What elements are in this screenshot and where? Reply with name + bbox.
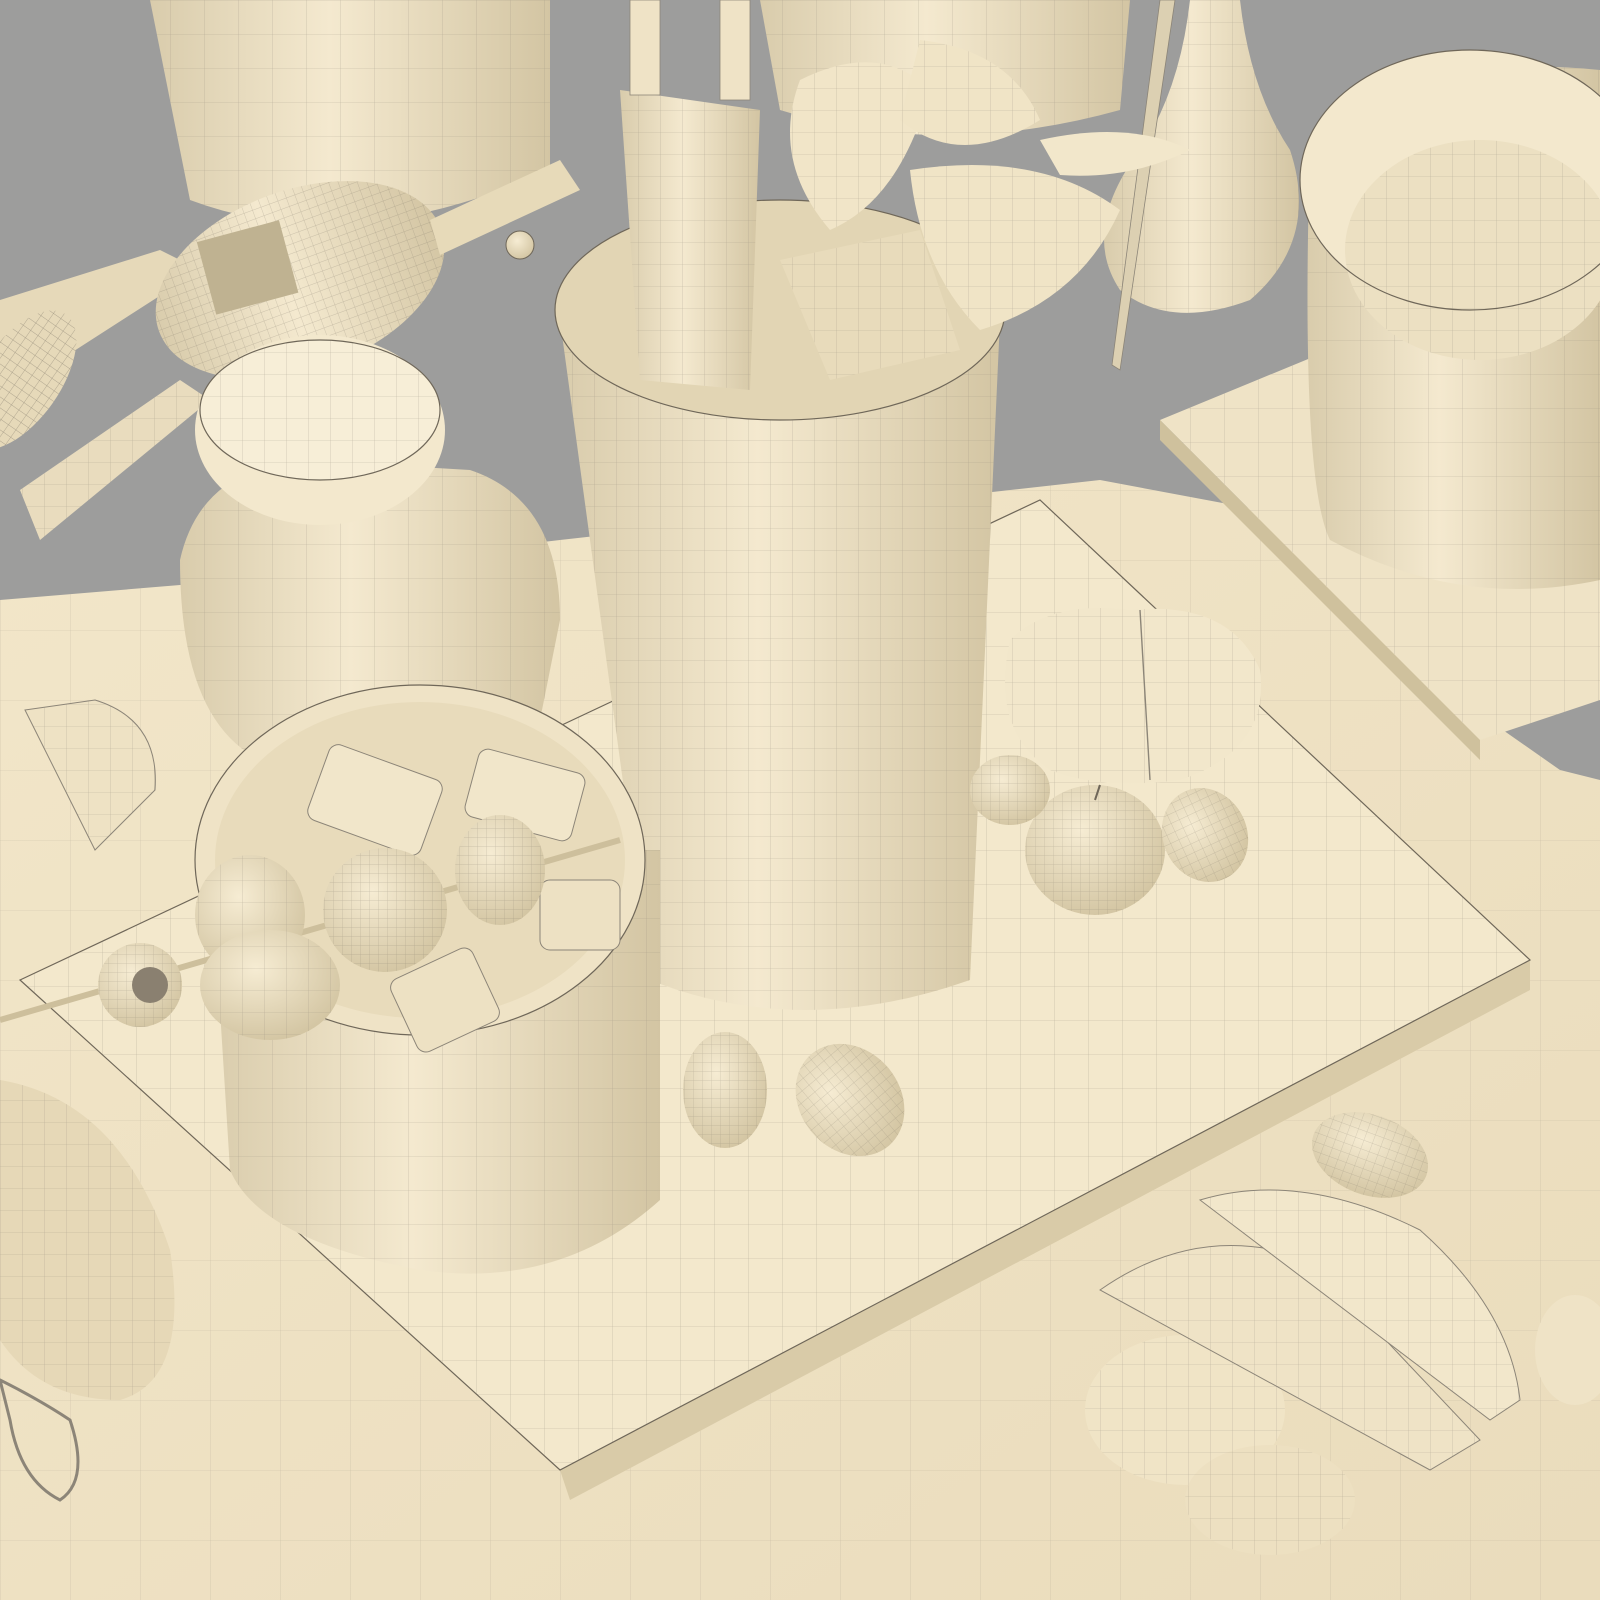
wireframe-kitchen-scene [0, 0, 1600, 1600]
egg-1 [970, 755, 1050, 825]
saucepan [1299, 49, 1600, 589]
egg-3 [683, 1032, 767, 1148]
apple-half [1005, 608, 1261, 784]
